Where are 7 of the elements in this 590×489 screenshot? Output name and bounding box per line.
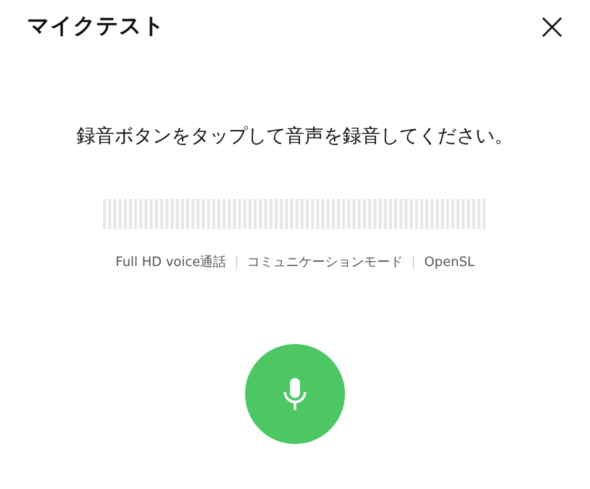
- instruction-text: 録音ボタンをタップして音声を録音してください。: [76, 124, 514, 149]
- info-label: コミュニケーションモード: [247, 254, 404, 272]
- info-label: Full HD voice通話: [116, 254, 226, 272]
- info-label: OpenSL: [424, 254, 474, 272]
- microphone-icon: [281, 377, 309, 411]
- close-button[interactable]: ×: [534, 8, 570, 44]
- dialog-title: マイクテスト: [27, 12, 165, 40]
